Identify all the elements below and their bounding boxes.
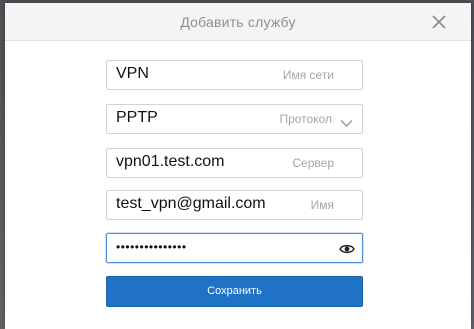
username-input[interactable]: test_vpn@gmail.com Имя [106, 190, 363, 220]
password-masked-value: ••••••••••••••• [116, 240, 187, 254]
password-input[interactable]: ••••••••••••••• [106, 233, 363, 263]
network-name-input[interactable]: VPN Имя сети [106, 60, 363, 90]
chevron-down-icon [340, 115, 353, 128]
network-name-value: VPN [116, 65, 149, 82]
server-hint: Сервер [292, 156, 334, 170]
add-service-dialog: Добавить службу VPN Имя сети PPTP Проток… [5, 3, 471, 329]
dialog-header: Добавить службу [5, 3, 471, 41]
eye-icon[interactable] [339, 242, 355, 254]
username-hint: Имя [310, 198, 334, 212]
protocol-select[interactable]: PPTP Протокол [106, 104, 363, 134]
network-name-hint: Имя сети [282, 68, 334, 82]
dialog-title: Добавить службу [180, 14, 296, 30]
username-value: test_vpn@gmail.com [116, 195, 266, 212]
server-value: vpn01.test.com [116, 153, 225, 170]
save-button[interactable]: Сохранить [106, 276, 363, 307]
protocol-value: PPTP [116, 109, 158, 126]
server-input[interactable]: vpn01.test.com Сервер [106, 148, 363, 178]
close-icon[interactable] [430, 13, 448, 31]
protocol-hint: Протокол [279, 112, 332, 126]
